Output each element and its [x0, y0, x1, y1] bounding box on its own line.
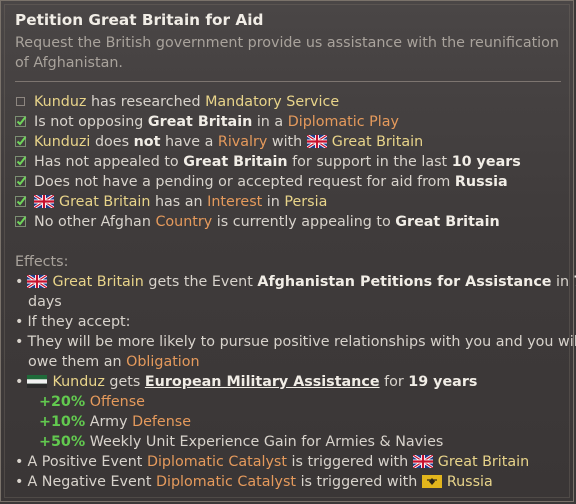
- check-icon: [15, 195, 27, 207]
- req-text: Is not opposing: [34, 114, 148, 130]
- req-text[interactable]: Persia: [284, 194, 327, 210]
- modifier-text[interactable]: Defense: [132, 414, 191, 430]
- req-text[interactable]: Diplomatic Play: [288, 114, 399, 130]
- req-text: not: [133, 134, 161, 150]
- requirement-row: Great Britain has an Interest in Persia: [15, 192, 327, 212]
- req-text: have a: [160, 134, 218, 150]
- req-text: No other Afghan: [34, 214, 156, 230]
- req-text[interactable]: Russia: [455, 174, 508, 190]
- requirement-row: Kunduzi does not have a Rivalry with Gre…: [15, 132, 423, 152]
- requirement-row: Does not have a pending or accepted requ…: [15, 172, 508, 192]
- effect-text: for: [379, 374, 409, 390]
- effect-row-cont: days: [28, 294, 62, 310]
- unchecked-box-icon: [15, 95, 27, 107]
- effect-text: Afghanistan Petitions for Assistance: [257, 274, 552, 290]
- effect-text[interactable]: Great Britain: [52, 274, 143, 290]
- effect-row: • Great Britain gets the Event Afghanista…: [15, 272, 576, 292]
- req-text[interactable]: Great Britain: [59, 194, 150, 210]
- effect-text[interactable]: Great Britain: [438, 454, 529, 470]
- modifier-row: +50% Weekly Unit Experience Gain for Arm…: [39, 432, 443, 452]
- modifier-text: Army: [85, 414, 133, 430]
- effect-row: • If they accept:: [15, 314, 131, 330]
- modifier-value: +10%: [39, 414, 86, 430]
- req-text[interactable]: Rivalry: [218, 134, 267, 150]
- effect-text[interactable]: Russia: [447, 474, 493, 490]
- req-text[interactable]: Great Britain: [332, 134, 423, 150]
- effect-text: They will be more likely to pursue posit…: [27, 334, 576, 350]
- modifier-row: +10% Army Defense: [39, 412, 191, 432]
- effect-row: • A Negative Event Diplomatic Catalyst is…: [15, 474, 493, 490]
- req-text[interactable]: Country: [155, 214, 212, 230]
- req-text: has researched: [86, 94, 206, 110]
- effect-text: A Positive Event: [27, 454, 147, 470]
- uk-flag-icon: [27, 275, 48, 288]
- req-text: in a: [252, 114, 288, 130]
- req-text: with: [267, 134, 307, 150]
- modifier-row: +20% Offense: [39, 392, 145, 412]
- req-text[interactable]: Kunduzi: [34, 134, 90, 150]
- req-text[interactable]: Great Britain: [148, 114, 252, 130]
- requirement-row: No other Afghan Country is currently app…: [15, 212, 500, 232]
- effect-text[interactable]: Obligation: [126, 354, 200, 370]
- divider: [15, 81, 561, 82]
- req-text: for support in the last: [287, 154, 452, 170]
- req-text[interactable]: Great Britain: [183, 154, 287, 170]
- effect-text: is triggered with: [286, 454, 413, 470]
- effect-row: • Kunduz gets European Military Assistanc…: [15, 374, 478, 390]
- effect-row: • They will be more likely to pursue posi…: [15, 332, 576, 352]
- req-text[interactable]: Mandatory Service: [205, 94, 339, 110]
- check-icon: [15, 135, 27, 147]
- req-text[interactable]: Kunduz: [34, 94, 86, 110]
- tooltip-description: Request the British government provide u…: [15, 35, 559, 71]
- uk-flag-icon: [412, 455, 433, 468]
- req-text: does: [90, 134, 134, 150]
- modifier-text[interactable]: Offense: [85, 394, 145, 410]
- uk-flag-icon: [306, 135, 327, 148]
- req-text: 10 years: [451, 154, 521, 170]
- req-text: is currently appealing to: [212, 214, 396, 230]
- effect-text: gets: [104, 374, 145, 390]
- tooltip-title: Petition Great Britain for Aid: [15, 11, 264, 29]
- tooltip-panel: Petition Great Britain for Aid Request t…: [0, 0, 576, 502]
- effect-text: in: [551, 274, 574, 290]
- req-text: in: [262, 194, 285, 210]
- modifier-text: Weekly Unit Experience Gain for Armies &…: [85, 434, 444, 450]
- check-icon: [15, 215, 27, 227]
- effect-text[interactable]: Kunduz: [52, 374, 104, 390]
- req-text: Does not have a pending or accepted requ…: [34, 174, 455, 190]
- check-icon: [15, 155, 27, 167]
- req-text[interactable]: Interest: [207, 194, 262, 210]
- requirement-row: Kunduz has researched Mandatory Service: [15, 92, 339, 112]
- effect-text: 19 years: [408, 374, 478, 390]
- kunduz-flag-icon: [27, 375, 48, 388]
- req-text[interactable]: Great Britain: [395, 214, 499, 230]
- effect-row: • A Positive Event Diplomatic Catalyst is…: [15, 454, 530, 470]
- effect-text[interactable]: Diplomatic Catalyst: [147, 454, 287, 470]
- effect-text: A Negative Event: [27, 474, 156, 490]
- req-text: has an: [150, 194, 208, 210]
- effect-text: owe them an: [28, 354, 127, 370]
- uk-flag-icon: [34, 195, 54, 208]
- modifier-value: +50%: [39, 434, 86, 450]
- effect-text: If they accept:: [27, 314, 131, 330]
- modifier-value: +20%: [39, 394, 86, 410]
- effects-header: Effects:: [15, 254, 69, 270]
- russia-flag-icon: [421, 475, 442, 488]
- effect-text: gets the Event: [143, 274, 258, 290]
- requirement-row: Is not opposing Great Britain in a Diplo…: [15, 112, 399, 132]
- effect-row-cont: owe them an Obligation: [28, 352, 200, 372]
- effect-text[interactable]: Diplomatic Catalyst: [156, 474, 296, 490]
- req-text: Has not appealed to: [34, 154, 184, 170]
- effect-text: is triggered with: [296, 474, 422, 490]
- effect-text[interactable]: European Military Assistance: [145, 374, 380, 390]
- check-icon: [15, 175, 27, 187]
- check-icon: [15, 115, 27, 127]
- requirement-row: Has not appealed to Great Britain for su…: [15, 152, 521, 172]
